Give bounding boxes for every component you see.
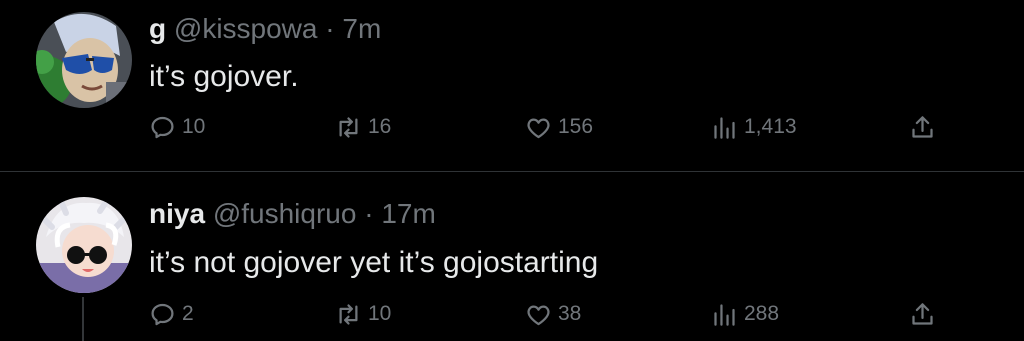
display-name[interactable]: niya xyxy=(149,198,205,229)
avatar-image xyxy=(36,12,132,108)
avatar[interactable] xyxy=(36,12,132,108)
views-button[interactable]: 288 xyxy=(711,298,779,330)
views-icon xyxy=(714,116,735,139)
retweet-count: 10 xyxy=(368,302,392,325)
tweet[interactable]: niya @fushiqruo · 17m it’s not gojover y… xyxy=(0,172,1024,341)
tweet-text: it’s not gojover yet it’s gojostarting xyxy=(149,246,599,279)
share-button[interactable] xyxy=(909,111,936,143)
retweet-button[interactable]: 10 xyxy=(335,298,391,330)
action-bar: 10 16 156 1,413 xyxy=(149,111,949,143)
share-icon xyxy=(912,115,933,138)
share-button[interactable] xyxy=(909,298,936,330)
like-button[interactable]: 38 xyxy=(525,298,581,330)
views-button[interactable]: 1,413 xyxy=(711,111,797,143)
display-name[interactable]: g xyxy=(149,13,166,44)
views-count: 288 xyxy=(744,302,780,325)
retweet-count: 16 xyxy=(368,115,392,138)
tweet[interactable]: g @kisspowa · 7m it’s gojover. 10 16 156… xyxy=(0,0,1024,171)
reply-count: 10 xyxy=(182,115,206,138)
tweet-header: g @kisspowa · 7m xyxy=(149,13,381,45)
like-icon xyxy=(527,118,550,138)
retweet-icon xyxy=(339,116,358,138)
separator: · xyxy=(317,13,343,44)
avatar[interactable] xyxy=(36,197,132,293)
separator: · xyxy=(356,198,382,229)
like-count: 156 xyxy=(558,115,594,138)
tweet-text: it’s gojover. xyxy=(149,60,299,93)
like-icon xyxy=(527,305,550,325)
retweet-button[interactable]: 16 xyxy=(335,111,391,143)
reply-count: 2 xyxy=(182,302,194,325)
timestamp[interactable]: 7m xyxy=(342,13,381,44)
action-bar: 2 10 38 288 xyxy=(149,298,949,330)
reply-button[interactable]: 10 xyxy=(149,111,205,143)
avatar-image xyxy=(36,197,132,293)
retweet-icon xyxy=(339,303,358,325)
reply-icon xyxy=(151,303,174,325)
timestamp[interactable]: 17m xyxy=(381,198,435,229)
reply-button[interactable]: 2 xyxy=(149,298,194,330)
tweet-header: niya @fushiqruo · 17m xyxy=(149,198,436,230)
thread-line xyxy=(82,297,84,341)
handle[interactable]: @kisspowa xyxy=(174,13,318,44)
views-icon xyxy=(714,303,735,326)
like-count: 38 xyxy=(558,302,582,325)
handle[interactable]: @fushiqruo xyxy=(213,198,357,229)
like-button[interactable]: 156 xyxy=(525,111,593,143)
reply-icon xyxy=(151,116,174,138)
views-count: 1,413 xyxy=(744,115,797,138)
share-icon xyxy=(912,302,933,325)
